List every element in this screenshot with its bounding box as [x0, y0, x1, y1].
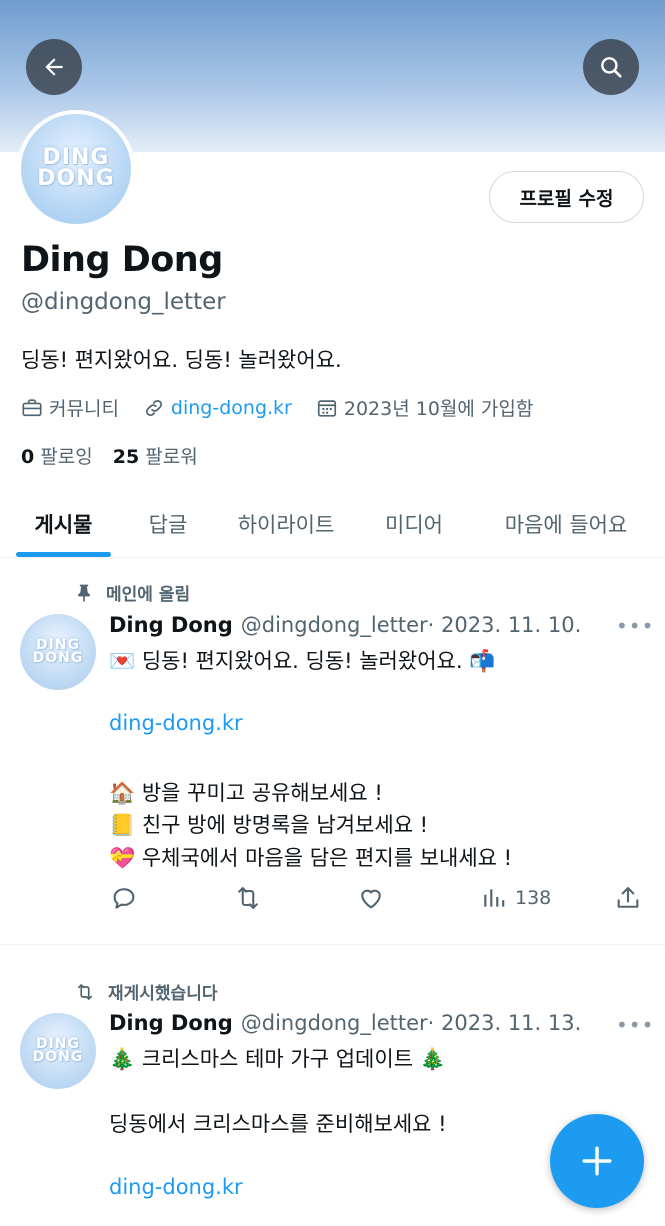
follow-stats: 0 팔로잉 25 팔로워: [21, 442, 198, 469]
share-icon: [617, 887, 639, 908]
profile-category: 커뮤니티: [21, 394, 119, 421]
post-more-button[interactable]: •••: [616, 1013, 654, 1037]
edit-profile-button[interactable]: 프로필 수정: [489, 171, 644, 223]
post-header: Ding Dong @dingdong_letter · 2023. 11. 1…: [109, 1011, 581, 1035]
profile-joined: 2023년 10월에 가입함: [316, 394, 533, 421]
pinned-context: 메인에 올림: [74, 580, 190, 605]
post-text-line: 🏠 방을 꾸미고 공유해보세요 !: [109, 781, 383, 805]
post-avatar[interactable]: DING DONG: [20, 614, 96, 690]
profile-bio: 딩동! 편지왔어요. 딩동! 놀러왔어요.: [21, 348, 342, 372]
view-count: 138: [515, 887, 552, 909]
reply-button[interactable]: [110, 884, 138, 912]
tab-highlights[interactable]: 하이라이트: [222, 490, 350, 558]
post-actions: 138: [0, 884, 665, 914]
search-button[interactable]: [583, 39, 639, 95]
followers-link[interactable]: 25 팔로워: [113, 446, 198, 468]
post-text-line: 💌 딩동! 편지왔어요. 딩동! 놀러왔어요. 📬: [109, 649, 496, 673]
profile-website[interactable]: ding-dong.kr: [143, 397, 292, 419]
arrow-left-icon: [45, 58, 63, 76]
post-date[interactable]: · 2023. 11. 13.: [428, 1011, 582, 1035]
post-author-name[interactable]: Ding Dong: [109, 1011, 233, 1035]
repost-context: 재게시했습니다: [74, 979, 217, 1004]
share-button[interactable]: [614, 884, 642, 912]
post-text-line: 💝 우체국에서 마음을 담은 편지를 보내세요 !: [109, 846, 513, 870]
ding-dong-logo: DING DONG: [32, 636, 84, 666]
profile-handle: @dingdong_letter: [21, 289, 226, 315]
ding-dong-logo: DING DONG: [37, 145, 115, 191]
briefcase-icon: [22, 398, 42, 416]
heart-icon: [361, 889, 381, 909]
post-header: Ding Dong @dingdong_letter · 2023. 11. 1…: [109, 613, 581, 637]
post-divider: [0, 944, 665, 945]
ding-dong-logo: DING DONG: [32, 1035, 84, 1065]
search-icon: [601, 57, 622, 78]
repost-button[interactable]: [233, 884, 263, 912]
profile-name: Ding Dong: [21, 240, 223, 280]
like-button[interactable]: [357, 884, 385, 912]
post-text-line: 딩동에서 크리스마스를 준비해보세요 !: [109, 1112, 447, 1136]
tab-likes[interactable]: 마음에 들어요: [486, 490, 646, 558]
back-button[interactable]: [26, 39, 82, 95]
calendar-icon: [317, 399, 336, 417]
tab-posts[interactable]: 게시물: [16, 490, 111, 558]
post-author-name[interactable]: Ding Dong: [109, 613, 233, 637]
post-link[interactable]: ding-dong.kr: [109, 711, 243, 735]
views-button[interactable]: 138: [481, 884, 551, 912]
following-link[interactable]: 0 팔로잉: [21, 446, 93, 468]
tab-media[interactable]: 미디어: [366, 490, 462, 558]
repost-icon: [77, 983, 93, 1000]
post-more-button[interactable]: •••: [616, 614, 654, 638]
repost-icon: [238, 887, 258, 909]
post-text-line: 🎄 크리스마스 테마 가구 업데이트 🎄: [109, 1047, 446, 1071]
analytics-icon: [484, 889, 505, 907]
post-author-handle[interactable]: @dingdong_letter: [241, 1011, 428, 1035]
plus-icon: [582, 1146, 612, 1176]
profile-tabs: 게시물 답글 하이라이트 미디어 마음에 들어요: [0, 490, 665, 558]
tab-replies[interactable]: 답글: [128, 490, 208, 558]
profile-meta: 커뮤니티 ding-dong.kr 2023년 10월에 가입함: [21, 394, 557, 421]
post-link[interactable]: ding-dong.kr: [109, 1175, 243, 1199]
post-author-handle[interactable]: @dingdong_letter: [241, 613, 428, 637]
post-text-line: 📒 친구 방에 방명록을 남겨보세요 !: [109, 813, 429, 837]
profile-avatar[interactable]: DING DONG: [17, 110, 135, 228]
compose-post-button[interactable]: [550, 1114, 644, 1208]
post-date[interactable]: · 2023. 11. 10.: [428, 613, 582, 637]
link-icon: [145, 399, 162, 416]
reply-icon: [113, 888, 135, 909]
active-tab-indicator: [16, 552, 111, 557]
post-avatar[interactable]: DING DONG: [20, 1013, 96, 1089]
pin-icon: [78, 584, 90, 601]
